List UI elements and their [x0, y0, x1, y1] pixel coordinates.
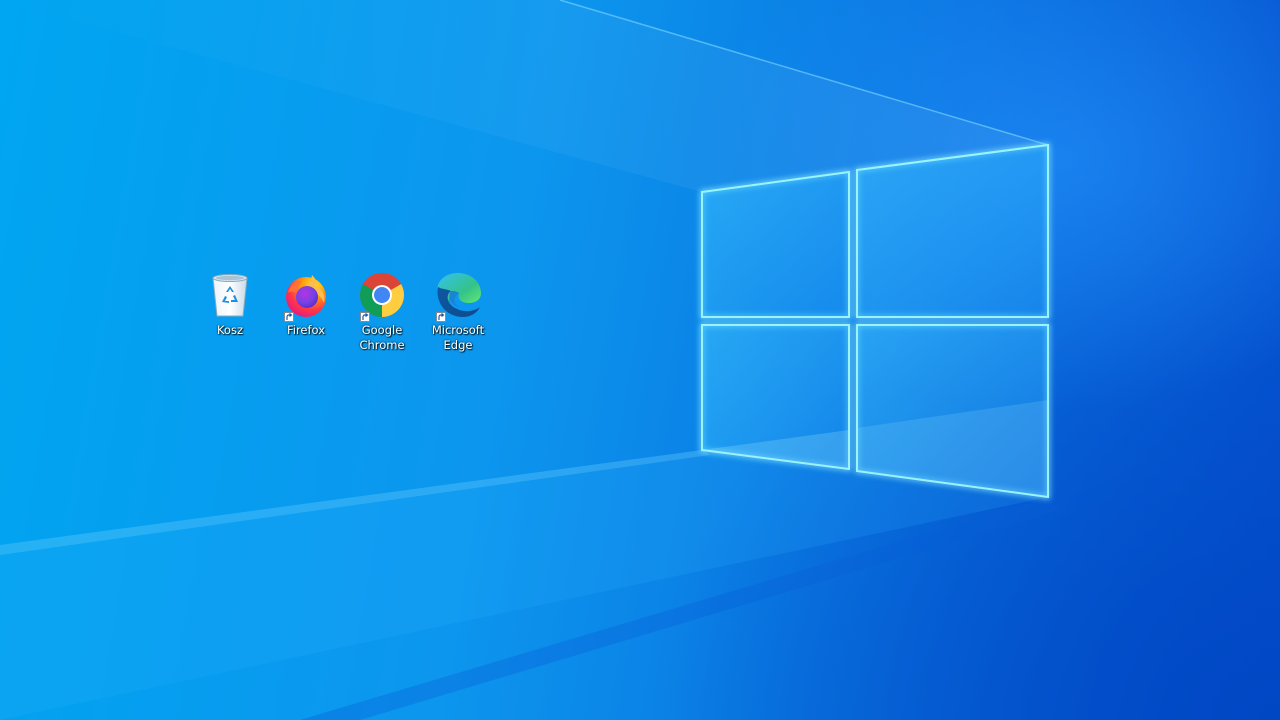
- shortcut-arrow-icon: [436, 312, 446, 322]
- desktop-icon-grid: Kosz Firefox Google Chrome Microsoft Edg…: [192, 268, 496, 353]
- chrome-icon: [356, 268, 408, 322]
- shortcut-arrow-icon: [360, 312, 370, 322]
- edge-icon: [432, 268, 484, 322]
- desktop-icon-label: Google Chrome: [359, 323, 405, 352]
- shortcut-arrow-icon: [284, 312, 294, 322]
- desktop-icon-label: Microsoft Edge: [431, 323, 485, 352]
- desktop-icon-label: Kosz: [216, 323, 244, 337]
- firefox-icon: [280, 268, 332, 322]
- windows-logo-wallpaper: [0, 0, 1060, 720]
- desktop-icon-recycle-bin[interactable]: Kosz: [192, 268, 268, 353]
- desktop-icon-label: Firefox: [286, 323, 326, 337]
- desktop-icon-chrome[interactable]: Google Chrome: [344, 268, 420, 353]
- desktop-icon-edge[interactable]: Microsoft Edge: [420, 268, 496, 353]
- desktop[interactable]: Kosz Firefox Google Chrome Microsoft Edg…: [0, 0, 1280, 720]
- recycle-bin-icon: [204, 268, 256, 322]
- desktop-icon-firefox[interactable]: Firefox: [268, 268, 344, 353]
